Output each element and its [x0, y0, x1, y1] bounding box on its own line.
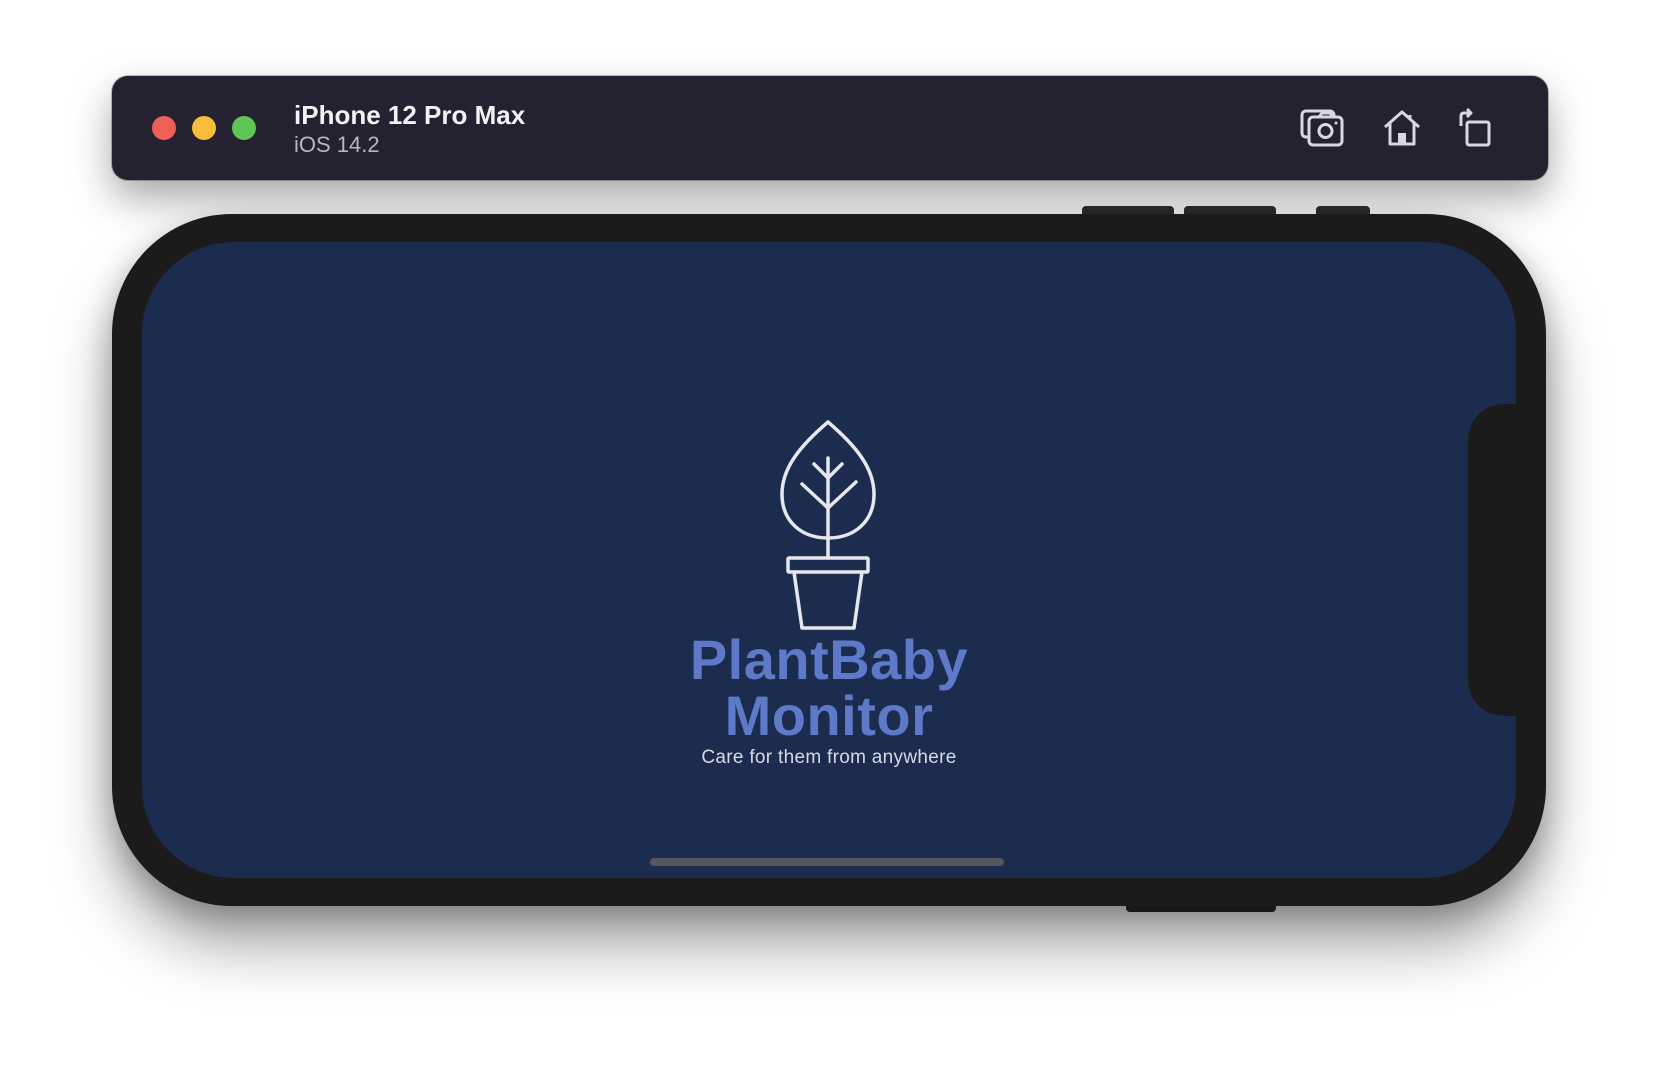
rotate-button[interactable] [1450, 104, 1498, 152]
camera-notch [1468, 404, 1516, 716]
minimize-window-button[interactable] [192, 116, 216, 140]
screenshot-button[interactable] [1298, 104, 1346, 152]
device-name: iPhone 12 Pro Max [294, 100, 526, 130]
app-tagline: Care for them from anywhere [701, 747, 957, 768]
home-icon [1384, 110, 1420, 146]
app-screen[interactable]: PlantBaby Monitor Care for them from any… [142, 242, 1516, 878]
simulator-stage: iPhone 12 Pro Max iOS 14.2 PlantBaby Mon… [0, 0, 1658, 1070]
app-title: PlantBaby Monitor [529, 632, 1129, 744]
rotate-icon [1459, 108, 1491, 147]
home-indicator[interactable] [650, 858, 1004, 866]
home-button[interactable] [1378, 104, 1426, 152]
maximize-window-button[interactable] [232, 116, 256, 140]
close-window-button[interactable] [152, 116, 176, 140]
os-version: iOS 14.2 [294, 132, 380, 157]
iphone-device: PlantBaby Monitor Care for them from any… [112, 214, 1546, 906]
potted-plant-icon [780, 420, 876, 630]
app-title-line1: PlantBaby [689, 628, 969, 691]
app-title-line2: Monitor [724, 684, 934, 747]
simulator-title-bar[interactable]: iPhone 12 Pro Max iOS 14.2 [112, 76, 1548, 180]
camera-icon [1300, 109, 1344, 147]
